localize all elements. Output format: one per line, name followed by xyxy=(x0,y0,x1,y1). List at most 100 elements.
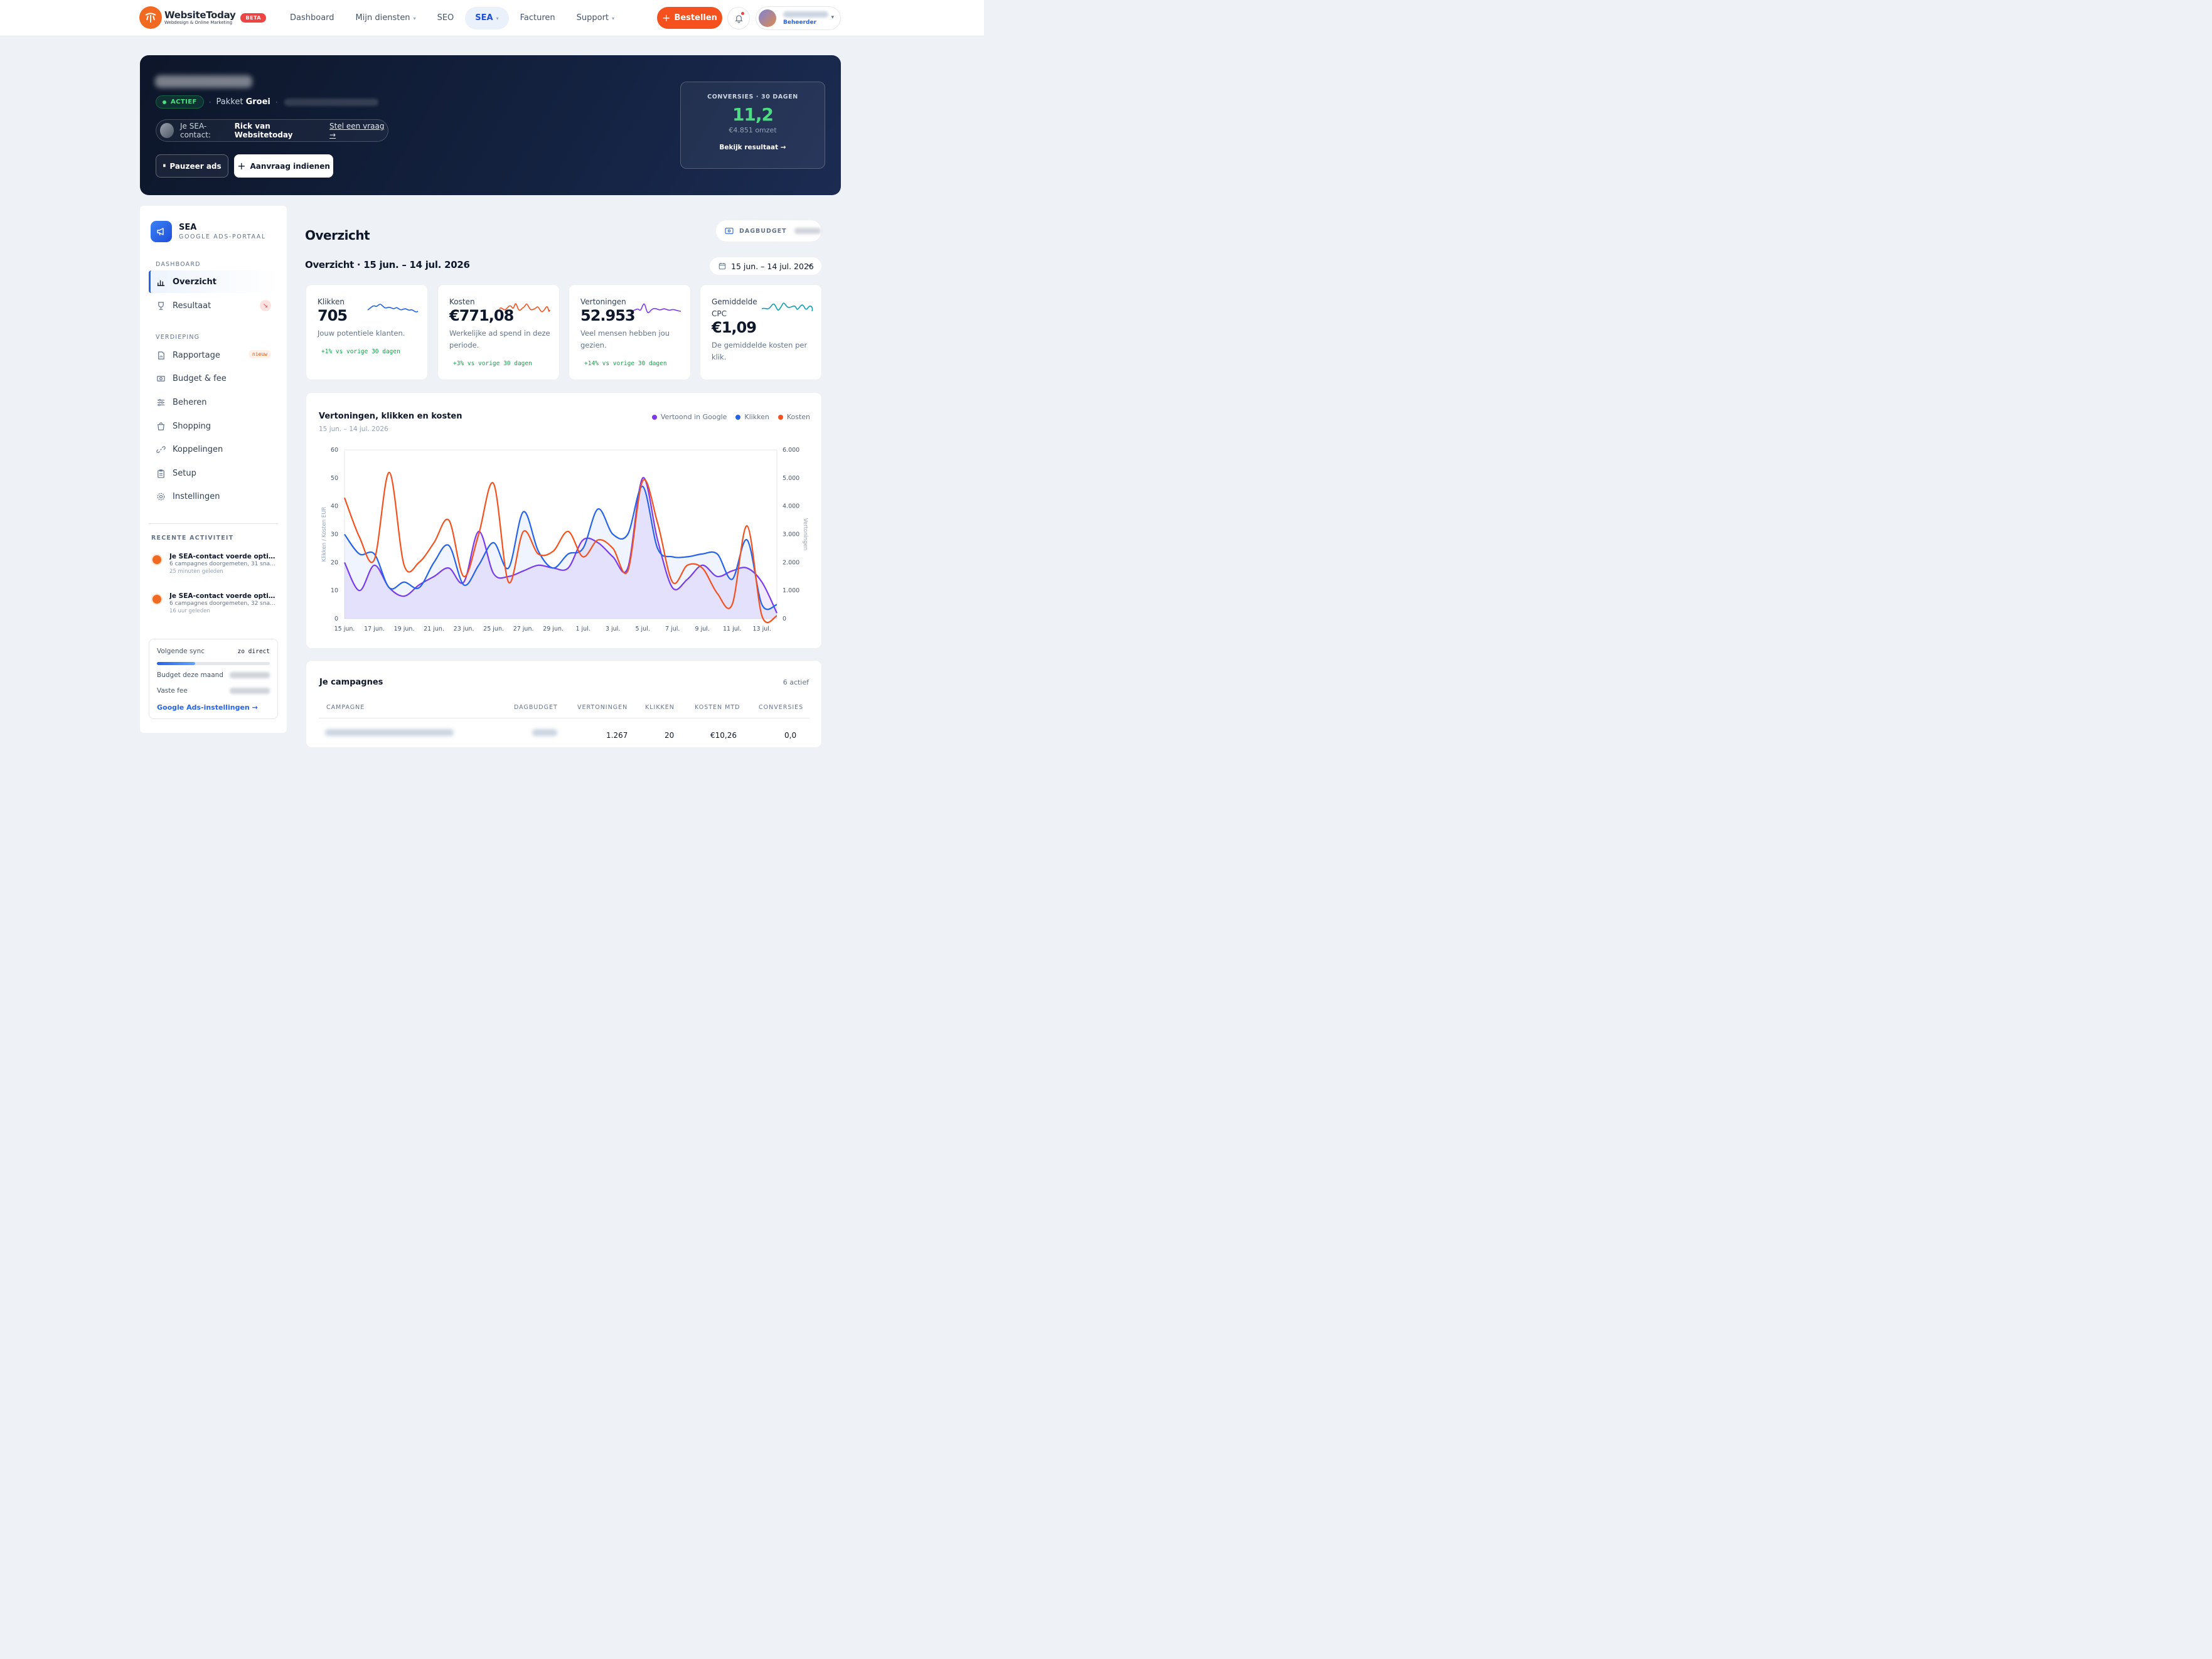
column-header[interactable]: CAMPAGNE xyxy=(326,704,365,711)
sidebar-item-label: Instellingen xyxy=(173,491,220,501)
legend-item-impressions[interactable]: Vertoond in Google xyxy=(651,413,727,421)
sidebar-item-budget-fee[interactable]: Budget & fee xyxy=(149,367,278,390)
legend-label: Vertoond in Google xyxy=(660,413,727,421)
chevron-down-icon: ▾ xyxy=(831,14,834,21)
sidebar-item-label: Shopping xyxy=(173,421,211,431)
column-header[interactable]: KLIKKEN xyxy=(645,704,675,711)
x-tick-label: 27 jun. xyxy=(513,626,534,632)
nav-label: Support xyxy=(576,13,609,23)
conversions-label: CONVERSIES · 30 DAGEN xyxy=(707,93,798,100)
activity-time: 16 uur geleden xyxy=(169,608,210,614)
sidebar-item-instellingen[interactable]: Instellingen xyxy=(149,485,278,508)
nav-label: Dashboard xyxy=(290,13,334,23)
pause-ads-button[interactable]: ⏸ Pauzeer ads xyxy=(156,154,228,178)
sidebar-item-label: Resultaat xyxy=(173,301,211,311)
y2-tick-label: 3.000 xyxy=(783,531,799,538)
notifications-button[interactable] xyxy=(727,7,750,29)
calendar-icon xyxy=(719,262,726,270)
logo-icon xyxy=(139,6,162,29)
column-header[interactable]: DAGBUDGET xyxy=(514,704,558,711)
fixed-fee-label: Vaste fee xyxy=(157,687,188,695)
brand-logo[interactable]: WebsiteToday Webdesign & Online Marketin… xyxy=(139,6,267,29)
x-tick-label: 29 jun. xyxy=(543,626,564,632)
activity-icon xyxy=(151,554,163,565)
chevron-down-icon: ▾ xyxy=(413,16,416,21)
new-badge: nieuw xyxy=(248,350,271,358)
nav-support[interactable]: Support ▾ xyxy=(567,7,624,29)
kpi-delta: +1% vs vorige 30 dagen xyxy=(321,348,400,355)
kpi-value: €1,09 xyxy=(712,319,757,336)
contact-prefix: Je SEA-contact: xyxy=(180,122,211,139)
report-icon xyxy=(156,350,166,360)
submit-request-button[interactable]: + Aanvraag indienen xyxy=(234,154,333,178)
notification-dot xyxy=(741,12,744,15)
nav-dashboard[interactable]: Dashboard xyxy=(280,7,345,29)
x-tick-label: 15 jun. xyxy=(334,626,355,632)
brand-tagline: Webdesign & Online Marketing xyxy=(164,19,233,25)
sidebar-title: SEA xyxy=(179,223,197,232)
sidebar-item-koppelingen[interactable]: Koppelingen xyxy=(149,438,278,461)
order-button[interactable]: + Bestellen xyxy=(657,7,722,29)
kpi-delta: +14% vs vorige 30 dagen xyxy=(584,360,667,367)
activity-time: 25 minuten geleden xyxy=(169,568,223,575)
kpi-card-impressions: Vertoningen 52.953 Veel mensen hebben jo… xyxy=(569,284,691,380)
campaigns-title: Je campagnes xyxy=(319,678,383,687)
nav-label: Facturen xyxy=(520,13,555,23)
contact-avatar xyxy=(160,123,174,138)
daily-budget-redacted xyxy=(794,228,821,234)
legend-dot xyxy=(651,414,657,420)
campaign-budget-redacted xyxy=(532,729,557,736)
sidebar-item-resultaat[interactable]: Resultaat ↘ xyxy=(149,294,278,317)
legend-item-costs[interactable]: Kosten xyxy=(777,413,810,421)
budget-month-redacted xyxy=(230,672,270,678)
x-tick-label: 13 jul. xyxy=(753,626,771,632)
sidebar-item-rapportage[interactable]: Rapportage nieuw xyxy=(149,344,278,366)
nav-facturen[interactable]: Facturen xyxy=(510,7,565,29)
nav-mijn-diensten[interactable]: Mijn diensten ▾ xyxy=(346,7,426,29)
bar-chart-icon xyxy=(156,277,166,287)
column-header[interactable]: CONVERSIES xyxy=(759,704,803,711)
user-menu[interactable]: Beheerder ▾ xyxy=(756,6,841,30)
avatar xyxy=(759,9,776,27)
sidebar-item-shopping[interactable]: Shopping xyxy=(149,415,278,437)
column-header[interactable]: VERTONINGEN xyxy=(577,704,628,711)
package-prefix: Pakket xyxy=(216,97,243,107)
sidebar-item-overzicht[interactable]: Overzicht xyxy=(149,270,278,293)
view-result-link[interactable]: Bekijk resultaat → xyxy=(681,144,825,151)
fixed-fee-redacted xyxy=(230,688,270,694)
legend-item-clicks[interactable]: Klikken xyxy=(735,413,769,421)
nav-label: Mijn diensten xyxy=(355,13,410,23)
nav-seo[interactable]: SEO xyxy=(427,7,464,29)
x-tick-label: 19 jun. xyxy=(394,626,415,632)
sea-contact-pill: Je SEA-contact: Rick van Websitetoday St… xyxy=(156,119,388,142)
activity-item[interactable]: Je SEA-contact voerde optimalisaties uit… xyxy=(151,592,277,614)
budget-month-label: Budget deze maand xyxy=(157,671,223,679)
chevron-down-icon: ▾ xyxy=(496,16,499,21)
clipboard-icon xyxy=(156,468,166,478)
gear-icon xyxy=(156,491,166,501)
x-tick-label: 1 jul. xyxy=(575,626,590,632)
sidebar-header: SEA GOOGLE ADS-PORTAAL xyxy=(151,221,266,242)
nav-label: SEO xyxy=(437,13,454,23)
campaign-impressions: 1.267 xyxy=(606,731,628,740)
sidebar-item-setup[interactable]: Setup xyxy=(149,462,278,484)
y2-tick-label: 0 xyxy=(783,616,786,622)
sync-value: zo direct xyxy=(237,648,270,655)
x-tick-label: 17 jun. xyxy=(364,626,385,632)
activity-item[interactable]: Je SEA-contact voerde optimalisaties uit… xyxy=(151,553,277,575)
y2-tick-label: 5.000 xyxy=(783,475,799,482)
column-header[interactable]: KOSTEN MTD xyxy=(695,704,740,711)
google-ads-settings-link[interactable]: Google Ads-instellingen → xyxy=(157,703,258,712)
page-title: Overzicht xyxy=(305,228,370,243)
legend-dot xyxy=(735,414,741,420)
ask-question-link[interactable]: Stel een vraag → xyxy=(329,122,388,139)
date-range-select[interactable]: 15 jun. – 14 jul. 2026 xyxy=(709,257,822,275)
pause-icon: ⏸ xyxy=(163,163,166,169)
sidebar-item-beheren[interactable]: Beheren xyxy=(149,391,278,413)
y2-axis-label: Vertoningen xyxy=(802,518,808,551)
kpi-card-avg-cpc: Gemiddelde CPC €1,09 De gemiddelde koste… xyxy=(700,284,822,380)
request-label: Aanvraag indienen xyxy=(250,161,330,171)
campaigns-card: Je campagnes 6 actief CAMPAGNE DAGBUDGET… xyxy=(306,660,822,748)
y2-tick-label: 2.000 xyxy=(783,559,799,566)
nav-sea[interactable]: SEA ▾ xyxy=(465,7,509,29)
